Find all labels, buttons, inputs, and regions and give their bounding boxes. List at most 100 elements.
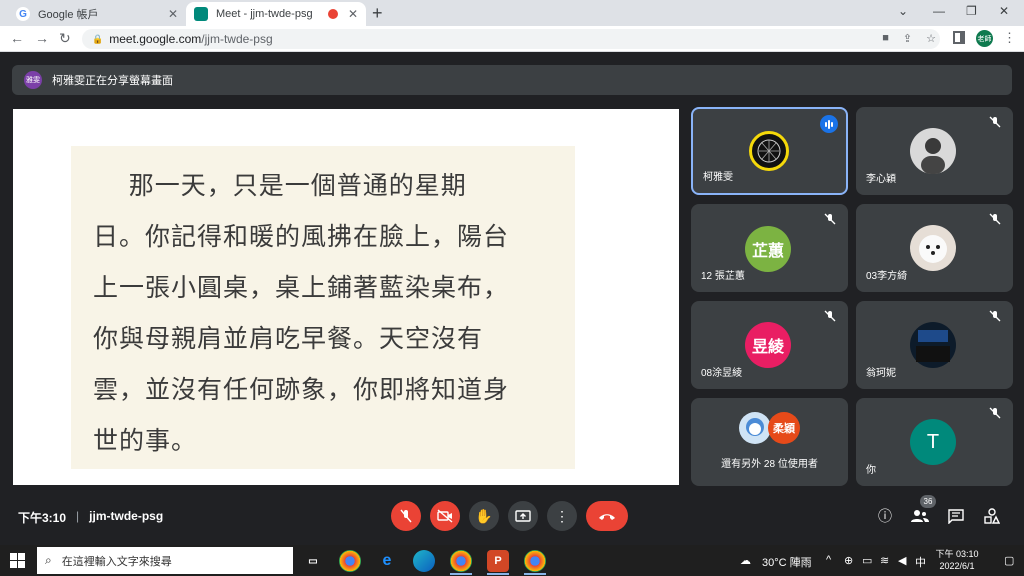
participant-tile[interactable]: 芷蕙 12 張芷蕙 xyxy=(691,204,848,292)
more-options-button[interactable]: ⋮ xyxy=(547,501,577,531)
ie-icon[interactable]: e xyxy=(376,550,398,572)
participant-name: 12 張芷蕙 xyxy=(701,271,745,282)
chrome-active-icon[interactable] xyxy=(524,550,546,572)
recording-icon xyxy=(327,9,338,19)
close-icon[interactable]: ✕ xyxy=(168,7,178,21)
participant-photo xyxy=(910,128,956,174)
meeting-time: 下午3:10 xyxy=(18,511,67,525)
slide-line: 世的事。 xyxy=(93,426,198,455)
meet-control-bar: 下午3:10 | jjm-twde-psg ✋ ⋮ ⓘ 36 xyxy=(0,495,1024,537)
participant-name: 03李方綺 xyxy=(866,271,908,282)
weather-icon[interactable]: ☁ xyxy=(740,554,751,567)
muted-mic-icon xyxy=(824,212,836,225)
present-button[interactable] xyxy=(508,501,538,531)
tab-google-account[interactable]: G Google 帳戶 ✕ xyxy=(8,2,186,26)
forward-button[interactable]: → xyxy=(35,30,49,46)
weather-text[interactable]: 30°C 陣雨 xyxy=(762,554,812,570)
camera-toggle-button[interactable] xyxy=(430,501,460,531)
participant-photo xyxy=(749,131,789,171)
taskbar-search[interactable]: ⌕ 在這裡輸入文字來搜尋 xyxy=(37,547,293,574)
tray-chevron-icon[interactable]: ^ xyxy=(826,554,831,566)
app-open-indicator xyxy=(450,573,472,575)
participant-tile[interactable]: 03李方綺 xyxy=(856,204,1013,292)
network-globe-icon xyxy=(757,139,781,163)
back-button[interactable]: ← xyxy=(10,30,24,46)
people-button[interactable] xyxy=(911,507,929,525)
others-count-label: 還有另外 28 位使用者 xyxy=(721,459,818,470)
browser-menu-icon[interactable]: ⋮ xyxy=(1003,30,1016,46)
others-tile[interactable]: 柔穎 還有另外 28 位使用者 xyxy=(691,398,848,486)
app-open-indicator xyxy=(487,573,509,575)
tab-title: Google 帳戶 xyxy=(38,9,99,21)
omnibox-actions: ■ ⇪ ☆ xyxy=(882,32,936,45)
present-screen-icon xyxy=(515,510,531,522)
more-vert-icon: ⋮ xyxy=(555,507,569,524)
wifi-icon[interactable]: ≋ xyxy=(880,554,889,567)
reload-button[interactable]: ↻ xyxy=(59,30,71,47)
participant-tile[interactable]: 昱綾 08涂昱綾 xyxy=(691,301,848,389)
meeting-details-button[interactable]: ⓘ xyxy=(876,507,894,525)
participant-name: 08涂昱綾 xyxy=(701,368,743,379)
participant-name: 柯雅雯 xyxy=(703,172,733,183)
meeting-code: jjm-twde-psg xyxy=(89,509,164,523)
mic-off-icon xyxy=(400,509,412,523)
close-window-button[interactable]: ✕ xyxy=(999,4,1009,18)
battery-icon[interactable]: ▭ xyxy=(862,554,872,567)
hang-up-icon xyxy=(599,514,615,520)
bookmark-star-icon[interactable]: ☆ xyxy=(926,32,936,45)
browser-toolbar: ← → ↻ 🔒 meet.google.com /jjm-twde-psg ■ … xyxy=(0,26,1024,52)
tray-app-icon[interactable]: ⊕ xyxy=(844,554,853,567)
volume-icon[interactable]: ◀ xyxy=(898,554,906,567)
taskbar-clock[interactable]: 下午 03:10 2022/6/1 xyxy=(930,548,984,572)
slide-line: 雲，並沒有任何跡象，你即將知道身 xyxy=(93,375,510,404)
participant-avatar: 柔穎 xyxy=(768,412,800,444)
participant-tile[interactable]: 柯雅雯 xyxy=(691,107,848,195)
tab-search-icon[interactable]: ⌄ xyxy=(898,4,908,18)
people-count-badge: 36 xyxy=(920,495,936,508)
muted-mic-icon xyxy=(989,406,1001,419)
search-icon: ⌕ xyxy=(45,553,52,567)
mic-toggle-button[interactable] xyxy=(391,501,421,531)
task-view-icon[interactable]: ▭ xyxy=(302,550,324,572)
clock-date: 2022/6/1 xyxy=(939,561,975,571)
muted-mic-icon xyxy=(824,309,836,322)
participant-avatar: 芷蕙 xyxy=(745,226,791,272)
slide-line: 日。你記得和暖的風拂在臉上，陽台 xyxy=(93,222,510,251)
minimize-button[interactable]: — xyxy=(933,4,945,18)
ime-indicator[interactable]: 中 xyxy=(915,554,926,570)
activities-button[interactable] xyxy=(983,507,1001,525)
camera-icon[interactable]: ■ xyxy=(882,32,889,45)
windows-taskbar: ⌕ 在這裡輸入文字來搜尋 ▭ e P ☁ 30°C 陣雨 ^ ⊕ ▭ ≋ ◀ 中… xyxy=(0,545,1024,576)
chrome-icon[interactable] xyxy=(339,550,361,572)
tab-meet[interactable]: Meet - jjm-twde-psg ✕ xyxy=(186,2,366,26)
presenter-avatar: 雅雯 xyxy=(24,71,42,89)
participant-photo xyxy=(910,225,956,271)
chat-button[interactable] xyxy=(947,507,965,525)
powerpoint-icon[interactable]: P xyxy=(487,550,509,572)
profile-avatar[interactable]: 老師 xyxy=(976,30,993,47)
share-icon[interactable]: ⇪ xyxy=(903,32,912,45)
url-host: meet.google.com xyxy=(109,32,202,46)
participant-tile[interactable]: 翁珂妮 xyxy=(856,301,1013,389)
meeting-info: 下午3:10 | jjm-twde-psg xyxy=(18,509,163,526)
edge-icon[interactable] xyxy=(413,550,435,572)
presenting-banner: 雅雯 柯雅雯正在分享螢幕畫面 xyxy=(12,65,1012,95)
slide-line: 那一天，只是一個普通的星期 xyxy=(93,171,467,200)
leave-call-button[interactable] xyxy=(586,501,628,531)
self-tile[interactable]: T 你 xyxy=(856,398,1013,486)
close-icon[interactable]: ✕ xyxy=(348,7,358,21)
address-bar[interactable]: 🔒 meet.google.com /jjm-twde-psg xyxy=(82,29,940,49)
muted-mic-icon xyxy=(989,309,1001,322)
presenting-text: 柯雅雯正在分享螢幕畫面 xyxy=(52,75,173,87)
new-tab-button[interactable]: + xyxy=(372,3,383,24)
chrome-profile-icon[interactable] xyxy=(450,550,472,572)
notification-icon[interactable]: ▢ xyxy=(1004,554,1014,567)
participant-tile[interactable]: 李心穎 xyxy=(856,107,1013,195)
raise-hand-button[interactable]: ✋ xyxy=(469,501,499,531)
restore-button[interactable]: ❐ xyxy=(966,4,977,18)
people-icon xyxy=(911,510,929,522)
side-panel-icon[interactable] xyxy=(953,31,965,44)
google-icon: G xyxy=(16,7,30,21)
windows-start-icon[interactable] xyxy=(10,553,25,568)
camera-off-icon xyxy=(437,509,453,523)
